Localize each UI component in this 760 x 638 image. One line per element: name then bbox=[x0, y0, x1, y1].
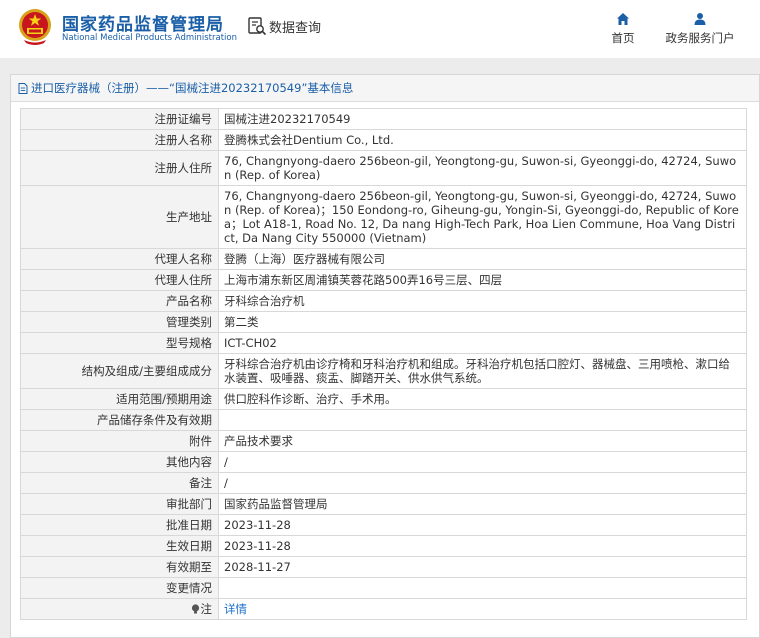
home-icon bbox=[617, 13, 629, 25]
nav-portal-label: 政务服务门户 bbox=[665, 31, 735, 45]
site-name-cn: 国家药品监督管理局 bbox=[62, 15, 224, 35]
table-row: 代理人住所 上海市浦东新区周浦镇芙蓉花路500弄16号三层、四层 bbox=[20, 269, 747, 291]
field-value: 国家药品监督管理局 bbox=[218, 493, 747, 515]
field-label: 代理人名称 bbox=[20, 248, 219, 270]
panel-header: 进口医疗器械（注册）——“国械注进20232170549”基本信息 bbox=[11, 75, 759, 102]
field-label: 注册人名称 bbox=[20, 129, 219, 151]
table-row: 注册人住所 76, Changnyong-daero 256beon-gil, Y… bbox=[20, 150, 747, 186]
table-row: 有效期至 2028-11-27 bbox=[20, 556, 747, 578]
field-label: 型号规格 bbox=[20, 332, 219, 354]
emblem-icon bbox=[19, 9, 51, 45]
field-label: 生产地址 bbox=[20, 185, 219, 249]
table-row: 附件 产品技术要求 bbox=[20, 430, 747, 452]
table-row: 审批部门 国家药品监督管理局 bbox=[20, 493, 747, 515]
field-label: 批准日期 bbox=[20, 514, 219, 536]
field-label: 代理人住所 bbox=[20, 269, 219, 291]
field-value: / bbox=[218, 472, 747, 494]
field-value: 上海市浦东新区周浦镇芙蓉花路500弄16号三层、四层 bbox=[218, 269, 747, 291]
field-value: 2028-11-27 bbox=[218, 556, 747, 578]
details-link[interactable]: 详情 bbox=[224, 602, 247, 616]
field-value: 供口腔科作诊断、治疗、手术用。 bbox=[218, 388, 747, 410]
nav-home-label: 首页 bbox=[611, 31, 635, 45]
field-value: 76, Changnyong-daero 256beon-gil, Yeongt… bbox=[218, 185, 747, 249]
user-icon bbox=[694, 13, 706, 25]
field-value: 登腾株式会社Dentium Co., Ltd. bbox=[218, 129, 747, 151]
site-header: 国家药品监督管理局 National Medical Products Admi… bbox=[0, 0, 760, 58]
field-label: 注册证编号 bbox=[20, 108, 219, 130]
table-row: 型号规格 ICT-CH02 bbox=[20, 332, 747, 354]
magnifier-doc-icon bbox=[248, 17, 267, 36]
site-name-en: National Medical Products Administration bbox=[62, 33, 237, 43]
field-label: 管理类别 bbox=[20, 311, 219, 333]
table-row: 生效日期 2023-11-28 bbox=[20, 535, 747, 557]
lightbulb-icon bbox=[191, 604, 199, 614]
data-query-title[interactable]: 数据查询 bbox=[247, 16, 321, 36]
field-label: 有效期至 bbox=[20, 556, 219, 578]
table-row: 注册证编号 国械注进20232170549 bbox=[20, 108, 747, 130]
field-value: 登腾（上海）医疗器械有限公司 bbox=[218, 248, 747, 270]
field-label: 备注 bbox=[20, 472, 219, 494]
table-row: 生产地址 76, Changnyong-daero 256beon-gil, Ye… bbox=[20, 185, 747, 249]
field-label: 注册人住所 bbox=[20, 150, 219, 186]
detail-panel: 进口医疗器械（注册）——“国械注进20232170549”基本信息 注册证编号国… bbox=[10, 74, 760, 638]
panel-title: 进口医疗器械（注册）——“国械注进20232170549”基本信息 bbox=[31, 81, 354, 95]
nav-home[interactable]: 首页 bbox=[608, 12, 638, 46]
field-label: 结构及组成/主要组成成分 bbox=[20, 353, 219, 389]
table-row: 产品名称 牙科综合治疗机 bbox=[20, 290, 747, 312]
nav-service-portal[interactable]: 政务服务门户 bbox=[660, 12, 740, 46]
field-value: 2023-11-28 bbox=[218, 535, 747, 557]
field-value: 2023-11-28 bbox=[218, 514, 747, 536]
table-row: 产品储存条件及有效期 bbox=[20, 409, 747, 431]
info-table: 注册证编号 国械注进20232170549 注册人名称 登腾株式会社Dentium … bbox=[20, 108, 747, 620]
field-value: 牙科综合治疗机 bbox=[218, 290, 747, 312]
table-row: 批准日期 2023-11-28 bbox=[20, 514, 747, 536]
field-value: / bbox=[218, 451, 747, 473]
table-row: 结构及组成/主要组成成分 牙科综合治疗机由诊疗椅和牙科治疗机和组成。牙科治疗机包括… bbox=[20, 353, 747, 389]
field-label: 产品储存条件及有效期 bbox=[20, 409, 219, 431]
field-value: ICT-CH02 bbox=[218, 332, 747, 354]
table-row: 变更情况 bbox=[20, 577, 747, 599]
field-value: 国械注进20232170549 bbox=[218, 108, 747, 130]
field-label: 审批部门 bbox=[20, 493, 219, 515]
field-label: 其他内容 bbox=[20, 451, 219, 473]
field-label: 生效日期 bbox=[20, 535, 219, 557]
document-icon bbox=[18, 82, 28, 94]
table-row: 备注 / bbox=[20, 472, 747, 494]
field-value: 牙科综合治疗机由诊疗椅和牙科治疗机和组成。牙科治疗机包括口腔灯、器械盘、三用喷枪… bbox=[218, 353, 747, 389]
field-value bbox=[218, 409, 747, 431]
field-value bbox=[218, 577, 747, 599]
table-row: 代理人名称 登腾（上海）医疗器械有限公司 bbox=[20, 248, 747, 270]
table-row: 管理类别 第二类 bbox=[20, 311, 747, 333]
field-label: 附件 bbox=[20, 430, 219, 452]
field-value-note: 详情 bbox=[218, 598, 747, 620]
field-value: 第二类 bbox=[218, 311, 747, 333]
table-row: 注 详情 bbox=[20, 598, 747, 620]
field-value: 76, Changnyong-daero 256beon-gil, Yeongt… bbox=[218, 150, 747, 186]
table-row: 注册人名称 登腾株式会社Dentium Co., Ltd. bbox=[20, 129, 747, 151]
field-label-note: 注 bbox=[20, 598, 219, 620]
field-label: 产品名称 bbox=[20, 290, 219, 312]
field-label: 适用范围/预期用途 bbox=[20, 388, 219, 410]
data-query-label: 数据查询 bbox=[269, 20, 322, 36]
field-label: 变更情况 bbox=[20, 577, 219, 599]
table-row: 其他内容 / bbox=[20, 451, 747, 473]
note-label: 注 bbox=[200, 602, 213, 616]
field-value: 产品技术要求 bbox=[218, 430, 747, 452]
table-row: 适用范围/预期用途 供口腔科作诊断、治疗、手术用。 bbox=[20, 388, 747, 410]
